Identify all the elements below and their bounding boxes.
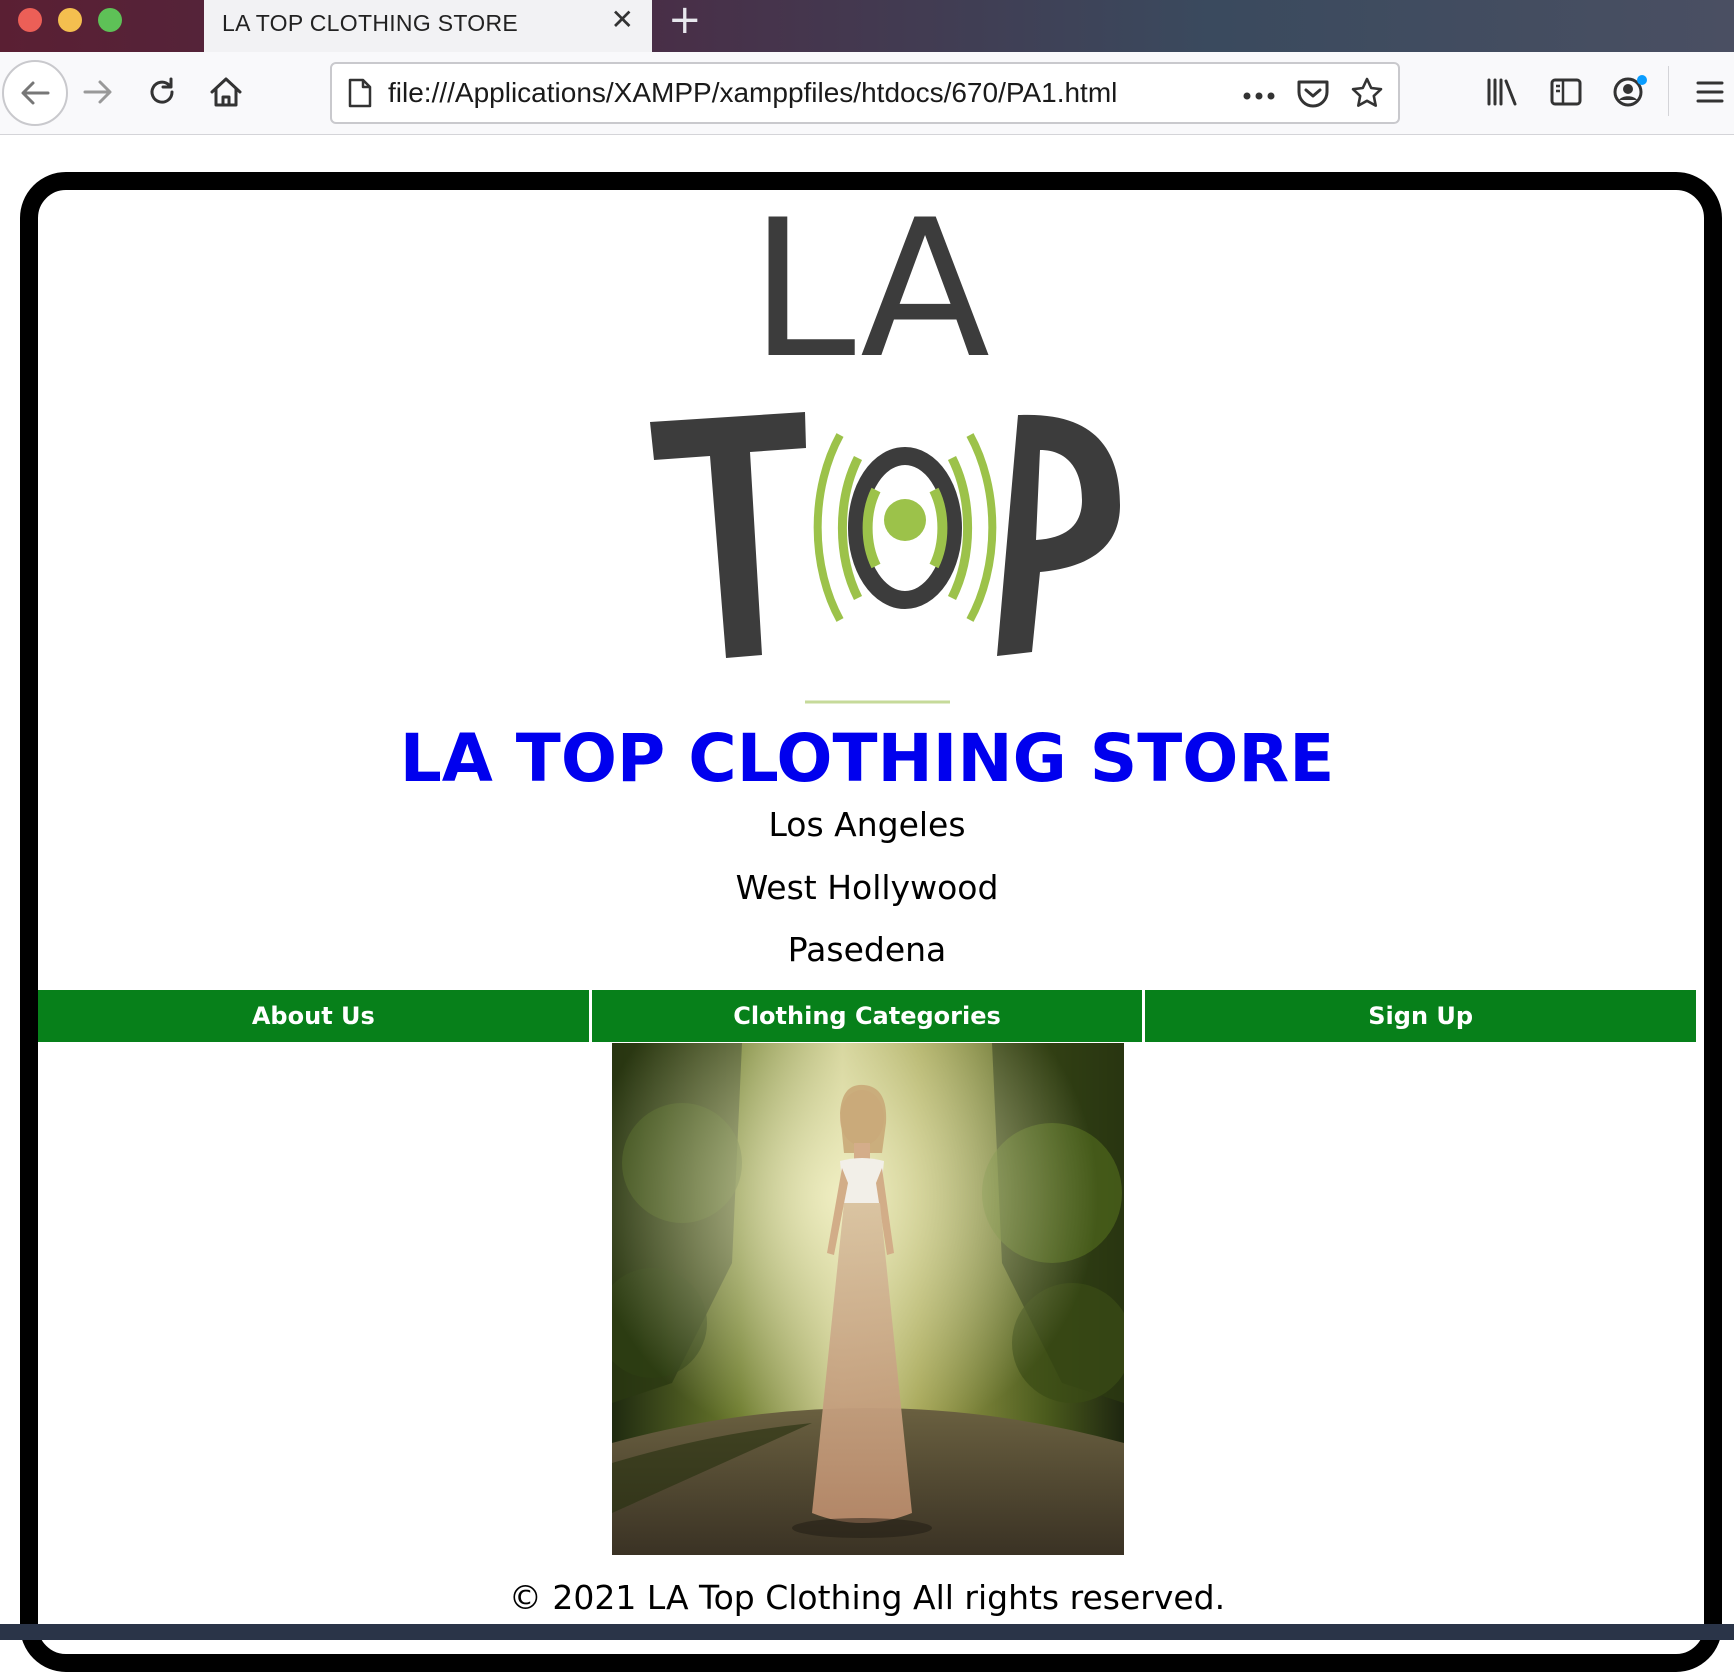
close-window-button[interactable] (18, 8, 42, 32)
more-dots-icon[interactable] (1242, 86, 1276, 105)
tab-title: LA TOP CLOTHING STORE (222, 10, 519, 36)
url-bar[interactable]: file:///Applications/XAMPP/xamppfiles/ht… (330, 62, 1400, 124)
back-arrow-icon[interactable] (2, 60, 68, 126)
hamburger-menu-icon[interactable] (1680, 62, 1734, 122)
logo-letter-t (650, 412, 806, 658)
reload-icon[interactable] (132, 62, 192, 122)
url-text[interactable]: file:///Applications/XAMPP/xamppfiles/ht… (388, 77, 1117, 109)
hero-photo (612, 1043, 1124, 1555)
library-icon[interactable] (1472, 62, 1532, 122)
star-icon[interactable] (1350, 76, 1384, 114)
logo-target-o (813, 433, 997, 622)
menu-about-us[interactable]: About Us (38, 990, 592, 1042)
close-icon[interactable]: ✕ (611, 6, 634, 34)
plus-icon[interactable]: + (668, 0, 702, 40)
main-menu: About Us Clothing Categories Sign Up (38, 990, 1697, 1042)
copyright-footer: © 2021 LA Top Clothing All rights reserv… (508, 1578, 1226, 1617)
tab-bar: LA TOP CLOTHING STORE ✕ + (0, 0, 1734, 52)
browser-tab[interactable]: LA TOP CLOTHING STORE ✕ (204, 0, 652, 52)
location-los-angeles: Los Angeles (768, 805, 966, 844)
navigation-toolbar: file:///Applications/XAMPP/xamppfiles/ht… (0, 52, 1734, 135)
pocket-icon[interactable] (1296, 78, 1330, 112)
store-logo: LA (650, 200, 1120, 704)
zoom-window-button[interactable] (98, 8, 122, 32)
page-title: LA TOP CLOTHING STORE (399, 720, 1335, 797)
forward-arrow-icon[interactable] (68, 62, 128, 122)
menu-clothing-categories[interactable]: Clothing Categories (591, 990, 1146, 1042)
logo-letter-p (997, 414, 1120, 656)
page-icon (346, 78, 374, 112)
minimize-window-button[interactable] (58, 8, 82, 32)
toolbar-divider (1668, 66, 1669, 116)
menu-sign-up[interactable]: Sign Up (1145, 990, 1697, 1042)
desktop-edge (0, 1624, 1734, 1640)
account-icon[interactable] (1600, 62, 1660, 122)
sidebar-icon[interactable] (1536, 62, 1596, 122)
logo-text-la: LA (750, 200, 990, 400)
location-pasedena: Pasedena (787, 930, 947, 969)
location-west-hollywood: West Hollywood (735, 868, 999, 907)
home-icon[interactable] (196, 62, 256, 122)
